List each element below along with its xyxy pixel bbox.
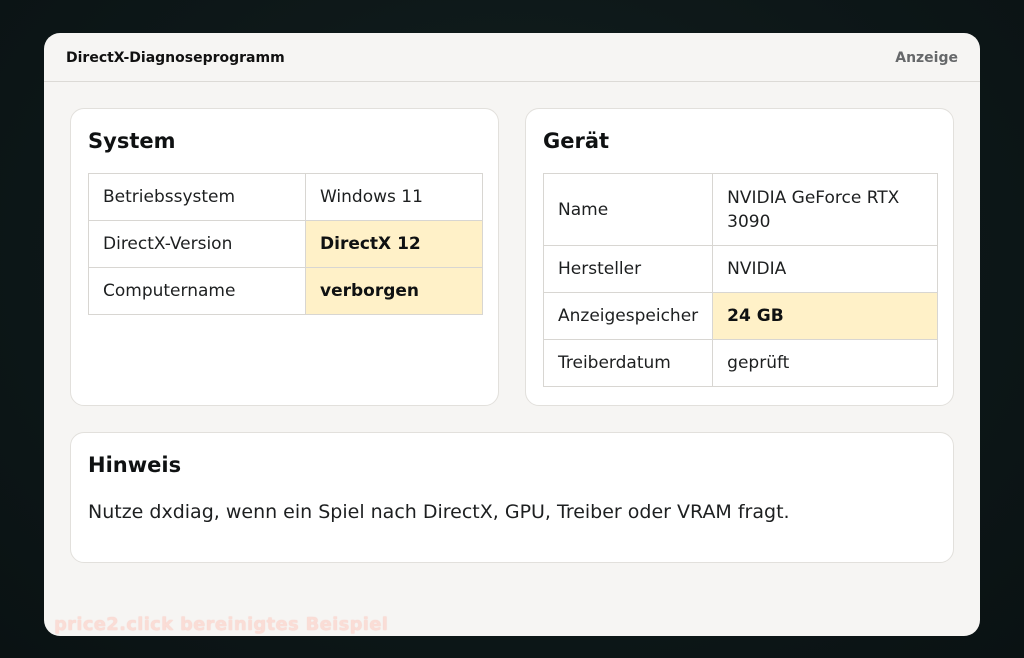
table-row: Anzeigespeicher 24 GB xyxy=(542,292,938,340)
row-key: Treiberdatum xyxy=(542,339,714,387)
row-value: NVIDIA GeForce RTX 3090 xyxy=(712,173,938,246)
device-heading: Gerät xyxy=(543,129,610,153)
app-title: DirectX-Diagnoseprogramm xyxy=(66,50,285,66)
table-row: Betriebssystem Windows 11 xyxy=(88,173,483,221)
dxdiag-window: DirectX-Diagnoseprogramm Anzeige System … xyxy=(44,33,980,636)
hint-text: Nutze dxdiag, wenn ein Spiel nach Direct… xyxy=(88,501,790,523)
row-key: Hersteller xyxy=(542,245,714,293)
hint-card: Hinweis Nutze dxdiag, wenn ein Spiel nac… xyxy=(70,432,954,563)
row-value: NVIDIA xyxy=(712,245,938,293)
row-value-highlight: 24 GB xyxy=(712,292,938,340)
row-value-highlight: verborgen xyxy=(305,267,483,315)
system-heading: System xyxy=(88,129,176,153)
device-table: Name NVIDIA GeForce RTX 3090 Hersteller … xyxy=(542,173,938,387)
row-value-highlight: DirectX 12 xyxy=(305,220,483,268)
title-bar: DirectX-Diagnoseprogramm Anzeige xyxy=(44,33,980,82)
row-key: Anzeigespeicher xyxy=(542,292,714,340)
system-table: Betriebssystem Windows 11 DirectX-Versio… xyxy=(88,173,483,315)
table-row: Name NVIDIA GeForce RTX 3090 xyxy=(542,173,938,246)
system-card: System Betriebssystem Windows 11 DirectX… xyxy=(70,108,499,406)
row-key: Computername xyxy=(88,267,306,315)
hint-heading: Hinweis xyxy=(88,453,182,477)
table-row: Hersteller NVIDIA xyxy=(542,245,938,293)
row-value: Windows 11 xyxy=(305,173,483,221)
table-row: Computername verborgen xyxy=(88,267,483,315)
row-key: Name xyxy=(542,173,714,246)
table-row: Treiberdatum geprüft xyxy=(542,339,938,387)
table-row: DirectX-Version DirectX 12 xyxy=(88,220,483,268)
watermark-text: price2.click bereinigtes Beispiel xyxy=(54,614,389,635)
row-value: geprüft xyxy=(712,339,938,387)
tab-anzeige[interactable]: Anzeige xyxy=(895,50,958,66)
row-key: Betriebssystem xyxy=(88,173,306,221)
row-key: DirectX-Version xyxy=(88,220,306,268)
device-card: Gerät Name NVIDIA GeForce RTX 3090 Herst… xyxy=(525,108,954,406)
